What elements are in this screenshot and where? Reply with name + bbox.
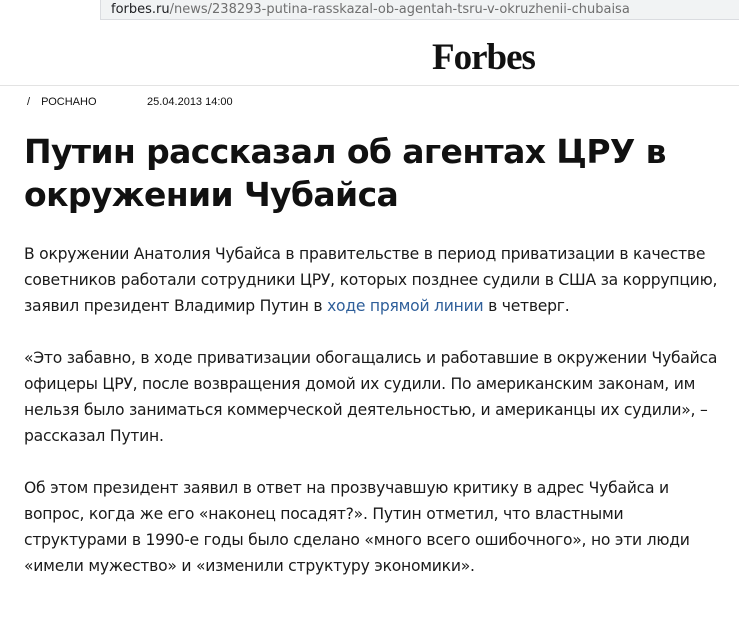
- paragraph-1-tail: в четверг.: [483, 297, 570, 315]
- publish-date: 25.04.2013 14:00: [147, 96, 233, 108]
- category-tag[interactable]: РОСНАНО: [41, 96, 96, 108]
- direct-line-link[interactable]: ходе прямой линии: [327, 297, 484, 315]
- article-body: В окружении Анатолия Чубайса в правитель…: [24, 241, 724, 605]
- paragraph-1: В окружении Анатолия Чубайса в правитель…: [24, 241, 724, 319]
- article-meta: / РОСНАНО 25.04.2013 14:00: [27, 95, 233, 109]
- meta-slash: /: [27, 96, 31, 108]
- paragraph-2: «Это забавно, в ходе приватизации обогащ…: [24, 349, 718, 445]
- paragraph-3: Об этом президент заявил в ответ на проз…: [24, 479, 690, 575]
- url-path: /news/238293-putina-rasskazal-ob-agentah…: [169, 2, 630, 17]
- site-header: Forbes: [0, 20, 739, 86]
- url-domain: forbes.ru: [111, 2, 170, 17]
- forbes-logo[interactable]: Forbes: [432, 38, 536, 78]
- article-title: Путин рассказал об агентах ЦРУ в окружен…: [24, 132, 667, 214]
- address-bar[interactable]: forbes.ru/news/238293-putina-rasskazal-o…: [100, 0, 739, 20]
